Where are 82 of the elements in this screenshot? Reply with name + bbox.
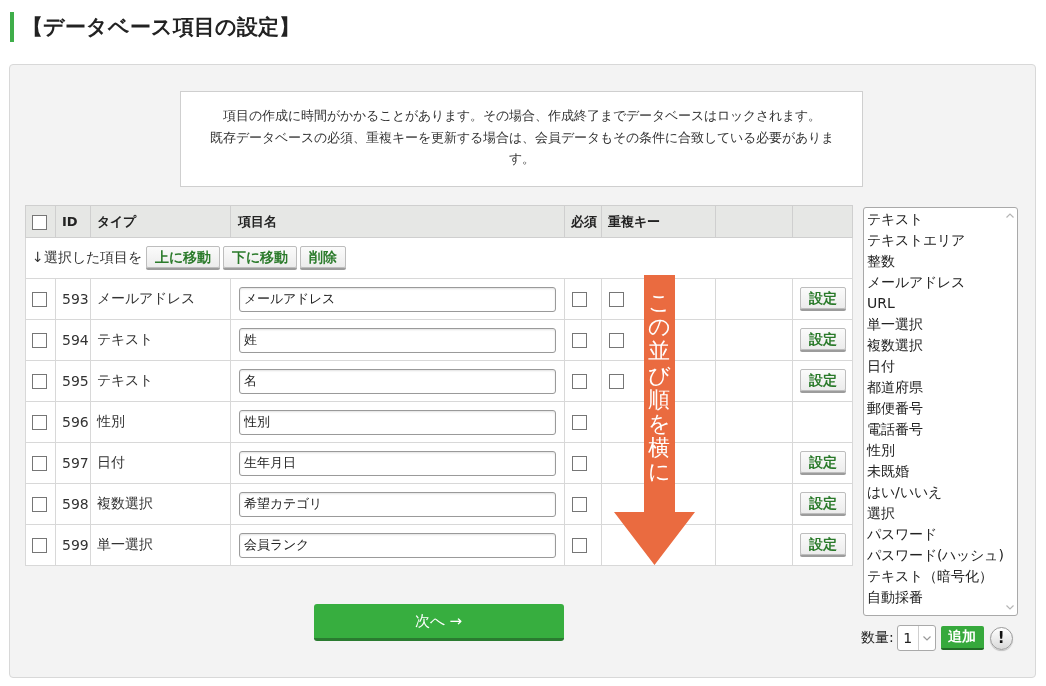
list-item[interactable]: テキストエリア xyxy=(867,230,1002,251)
list-item[interactable]: 郵便番号 xyxy=(867,398,1002,419)
type-text: テキスト xyxy=(97,372,153,388)
id-text: 595 xyxy=(62,373,89,389)
column-header: 必須 xyxy=(571,213,597,229)
list-item[interactable]: パスワード(ハッシュ) xyxy=(867,545,1002,566)
checkbox[interactable] xyxy=(609,292,624,308)
checkbox[interactable] xyxy=(32,415,47,431)
type-listbox[interactable]: テキスト テキストエリア 整数 メールアドレス URL 単一選択 複数選択 日付 都道府県 郵便番号 電話番号 性別 未既婚 はい/いいえ 選択 パスワード パスワード(ハッシュ) テキスト（暗号化） 自動採番 xyxy=(863,207,1018,616)
checkbox[interactable] xyxy=(32,538,47,554)
action-button[interactable]: 削除 xyxy=(299,246,346,268)
input-field[interactable]: 生年月日 xyxy=(239,450,556,476)
checkbox[interactable] xyxy=(32,214,47,230)
column-header: 項目名 xyxy=(238,213,277,229)
settings-button[interactable]: 設定 xyxy=(799,492,846,514)
id-text: 599 xyxy=(62,537,89,553)
column-header: 重複キー xyxy=(608,213,660,229)
notice-text: 項目の作成に時間がかかることがあります。その場合、作成終了までデータベースはロックされます。 xyxy=(221,107,822,125)
settings-button[interactable]: 設定 xyxy=(799,533,846,555)
checkbox[interactable] xyxy=(572,333,587,349)
checkbox[interactable] xyxy=(32,374,47,390)
list-item[interactable]: テキスト（暗号化） xyxy=(867,566,1002,587)
checkbox[interactable] xyxy=(572,415,587,431)
id-text: 597 xyxy=(62,455,89,471)
input-field[interactable]: 姓 xyxy=(239,327,556,353)
id-text: 594 xyxy=(62,332,89,348)
checkbox[interactable] xyxy=(572,538,587,554)
list-item[interactable]: 日付 xyxy=(867,356,1002,377)
quantity-label: 数量: xyxy=(861,629,894,647)
settings-button[interactable]: 設定 xyxy=(799,328,846,350)
input-field[interactable]: 名 xyxy=(239,368,556,394)
type-text: テキスト xyxy=(97,331,153,347)
id-text: 598 xyxy=(62,496,89,512)
column-header: タイプ xyxy=(97,213,136,229)
chevron-down-icon xyxy=(922,635,931,641)
list-item[interactable]: 性別 xyxy=(867,440,1002,461)
notice-text: 既存データベースの必須、重複キーを更新する場合は、会員データもその条件に合致している必要があります。 xyxy=(208,128,835,168)
list-item[interactable]: URL xyxy=(867,293,1002,314)
action-button[interactable]: 下に移動 xyxy=(222,246,297,268)
list-item[interactable]: 都道府県 xyxy=(867,377,1002,398)
input-field[interactable]: 希望カテゴリ xyxy=(239,491,556,517)
id-text: 596 xyxy=(62,414,89,430)
checkbox[interactable] xyxy=(572,456,587,472)
checkbox[interactable] xyxy=(32,497,47,513)
list-item[interactable]: パスワード xyxy=(867,524,1002,545)
checkbox[interactable] xyxy=(609,333,624,349)
type-text: 複数選択 xyxy=(97,495,153,511)
settings-button[interactable]: 設定 xyxy=(799,451,846,473)
list-item[interactable]: メールアドレス xyxy=(867,272,1002,293)
checkbox[interactable] xyxy=(32,456,47,472)
list-item[interactable]: 整数 xyxy=(867,251,1002,272)
type-text: 日付 xyxy=(97,454,125,470)
checkbox[interactable] xyxy=(609,374,624,390)
settings-button[interactable]: 設定 xyxy=(799,369,846,391)
input-field[interactable]: メールアドレス xyxy=(239,286,556,312)
annotation-text: この並び順を横に xyxy=(648,291,670,485)
list-item[interactable]: 未既婚 xyxy=(867,461,1002,482)
list-item[interactable]: はい/いいえ xyxy=(867,482,1002,503)
list-item[interactable]: 自動採番 xyxy=(867,587,1002,608)
checkbox[interactable] xyxy=(572,497,587,513)
id-text: 593 xyxy=(62,291,89,307)
input-field[interactable]: 性別 xyxy=(239,409,556,435)
checkbox[interactable] xyxy=(572,292,587,308)
list-item[interactable]: 選択 xyxy=(867,503,1002,524)
input-field[interactable]: 会員ランク xyxy=(239,532,556,558)
quantity-select[interactable]: 1 xyxy=(896,625,936,651)
type-text: メールアドレス xyxy=(97,290,195,306)
page-title: 【データベース項目の設定】 xyxy=(22,14,300,41)
list-item[interactable]: テキスト xyxy=(867,209,1002,230)
checkbox[interactable] xyxy=(32,292,47,308)
type-text: 単一選択 xyxy=(97,536,153,552)
list-item[interactable]: 複数選択 xyxy=(867,335,1002,356)
list-item[interactable]: 単一選択 xyxy=(867,314,1002,335)
checkbox[interactable] xyxy=(572,374,587,390)
help-button[interactable]: ! xyxy=(989,626,1013,650)
action-button[interactable]: 上に移動 xyxy=(145,246,220,268)
type-text: 性別 xyxy=(97,413,125,429)
bulk-action-label: ↓選択した項目を xyxy=(32,249,142,267)
settings-button[interactable]: 設定 xyxy=(799,287,846,309)
column-header: ID xyxy=(62,214,78,229)
list-item[interactable]: 電話番号 xyxy=(867,419,1002,440)
checkbox[interactable] xyxy=(32,333,47,349)
